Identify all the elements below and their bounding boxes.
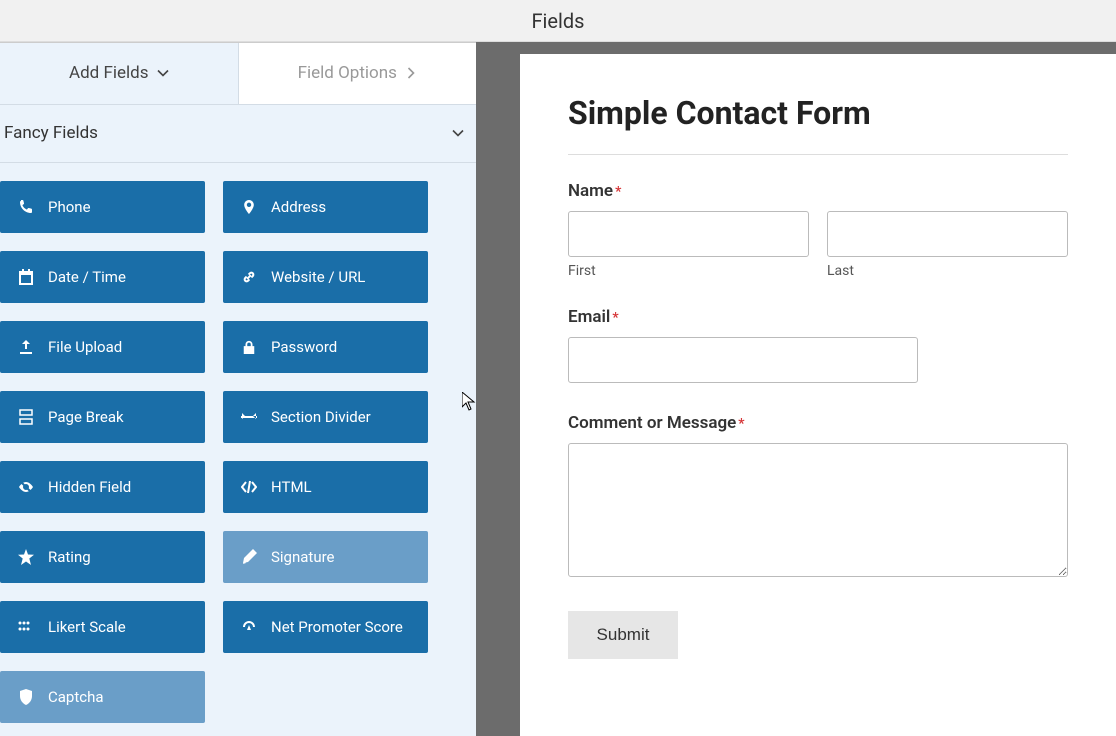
field-captcha[interactable]: Captcha <box>0 671 205 723</box>
name-label: Name* <box>568 181 1068 201</box>
star-icon <box>18 549 34 565</box>
field-website[interactable]: Website / URL <box>223 251 428 303</box>
email-label: Email* <box>568 307 1068 327</box>
field-label: Password <box>271 338 337 356</box>
form-divider <box>568 154 1068 155</box>
field-label: Page Break <box>48 408 124 426</box>
tab-add-fields-label: Add Fields <box>69 63 149 83</box>
shield-icon <box>18 689 34 705</box>
message-label: Comment or Message* <box>568 413 1068 433</box>
page-title: Fields <box>532 9 585 33</box>
calendar-icon <box>18 269 34 285</box>
field-signature[interactable]: Signature <box>223 531 428 583</box>
field-datetime[interactable]: Date / Time <box>0 251 205 303</box>
field-page-break[interactable]: Page Break <box>0 391 205 443</box>
form-preview-area: Simple Contact Form Name* First Last Ema… <box>476 42 1116 736</box>
upload-icon <box>18 339 34 355</box>
field-label: File Upload <box>48 338 122 356</box>
field-hidden[interactable]: Hidden Field <box>0 461 205 513</box>
required-indicator: * <box>738 416 744 432</box>
last-name-input[interactable] <box>827 211 1068 257</box>
required-indicator: * <box>612 310 618 326</box>
pencil-icon <box>241 549 257 565</box>
section-title: Fancy Fields <box>4 123 98 143</box>
panel-tabs: Add Fields Field Options <box>0 43 476 105</box>
link-icon <box>241 269 257 285</box>
email-input[interactable] <box>568 337 918 383</box>
field-label: Website / URL <box>271 268 365 286</box>
field-password[interactable]: Password <box>223 321 428 373</box>
field-phone[interactable]: Phone <box>0 181 205 233</box>
field-address[interactable]: Address <box>223 181 428 233</box>
field-file-upload[interactable]: File Upload <box>0 321 205 373</box>
first-name-input[interactable] <box>568 211 809 257</box>
field-section-divider[interactable]: Section Divider <box>223 391 428 443</box>
submit-button[interactable]: Submit <box>568 611 678 659</box>
page-header: Fields <box>0 0 1116 42</box>
field-label: Hidden Field <box>48 478 131 496</box>
phone-icon <box>18 199 34 215</box>
field-label: Phone <box>48 198 91 216</box>
field-nps[interactable]: Net Promoter Score <box>223 601 428 653</box>
page-break-icon <box>18 409 34 425</box>
required-indicator: * <box>615 184 621 200</box>
left-panel: Add Fields Field Options Fancy Fields Ph… <box>0 42 476 736</box>
field-label: Signature <box>271 548 335 566</box>
field-label: Net Promoter Score <box>271 618 403 636</box>
last-sublabel: Last <box>827 263 1068 279</box>
field-likert[interactable]: Likert Scale <box>0 601 205 653</box>
tab-field-options[interactable]: Field Options <box>238 43 477 104</box>
map-pin-icon <box>241 199 257 215</box>
divider-icon <box>241 409 257 425</box>
field-label: HTML <box>271 478 312 496</box>
chevron-down-icon <box>157 67 169 79</box>
main-layout: Add Fields Field Options Fancy Fields Ph… <box>0 42 1116 736</box>
field-rating[interactable]: Rating <box>0 531 205 583</box>
tab-field-options-label: Field Options <box>298 63 397 83</box>
form-title: Simple Contact Form <box>568 94 1068 132</box>
field-label: Date / Time <box>48 268 126 286</box>
field-label: Captcha <box>48 688 104 706</box>
message-textarea[interactable] <box>568 443 1068 577</box>
tab-add-fields[interactable]: Add Fields <box>0 43 238 104</box>
chevron-right-icon <box>405 67 417 79</box>
field-label: Address <box>271 198 326 216</box>
eye-off-icon <box>18 479 34 495</box>
form-canvas[interactable]: Simple Contact Form Name* First Last Ema… <box>520 54 1116 736</box>
field-label: Rating <box>48 548 91 566</box>
first-sublabel: First <box>568 263 809 279</box>
lock-icon <box>241 339 257 355</box>
field-label: Likert Scale <box>48 618 126 636</box>
gauge-icon <box>241 619 257 635</box>
name-row: First Last <box>568 211 1068 279</box>
chevron-down-icon <box>452 127 464 139</box>
field-html[interactable]: HTML <box>223 461 428 513</box>
fields-list[interactable]: Phone Address Date / Time Website / URL … <box>0 163 476 736</box>
field-label: Section Divider <box>271 408 371 426</box>
code-icon <box>241 479 257 495</box>
section-fancy-fields[interactable]: Fancy Fields <box>0 105 476 163</box>
likert-icon <box>18 619 34 635</box>
